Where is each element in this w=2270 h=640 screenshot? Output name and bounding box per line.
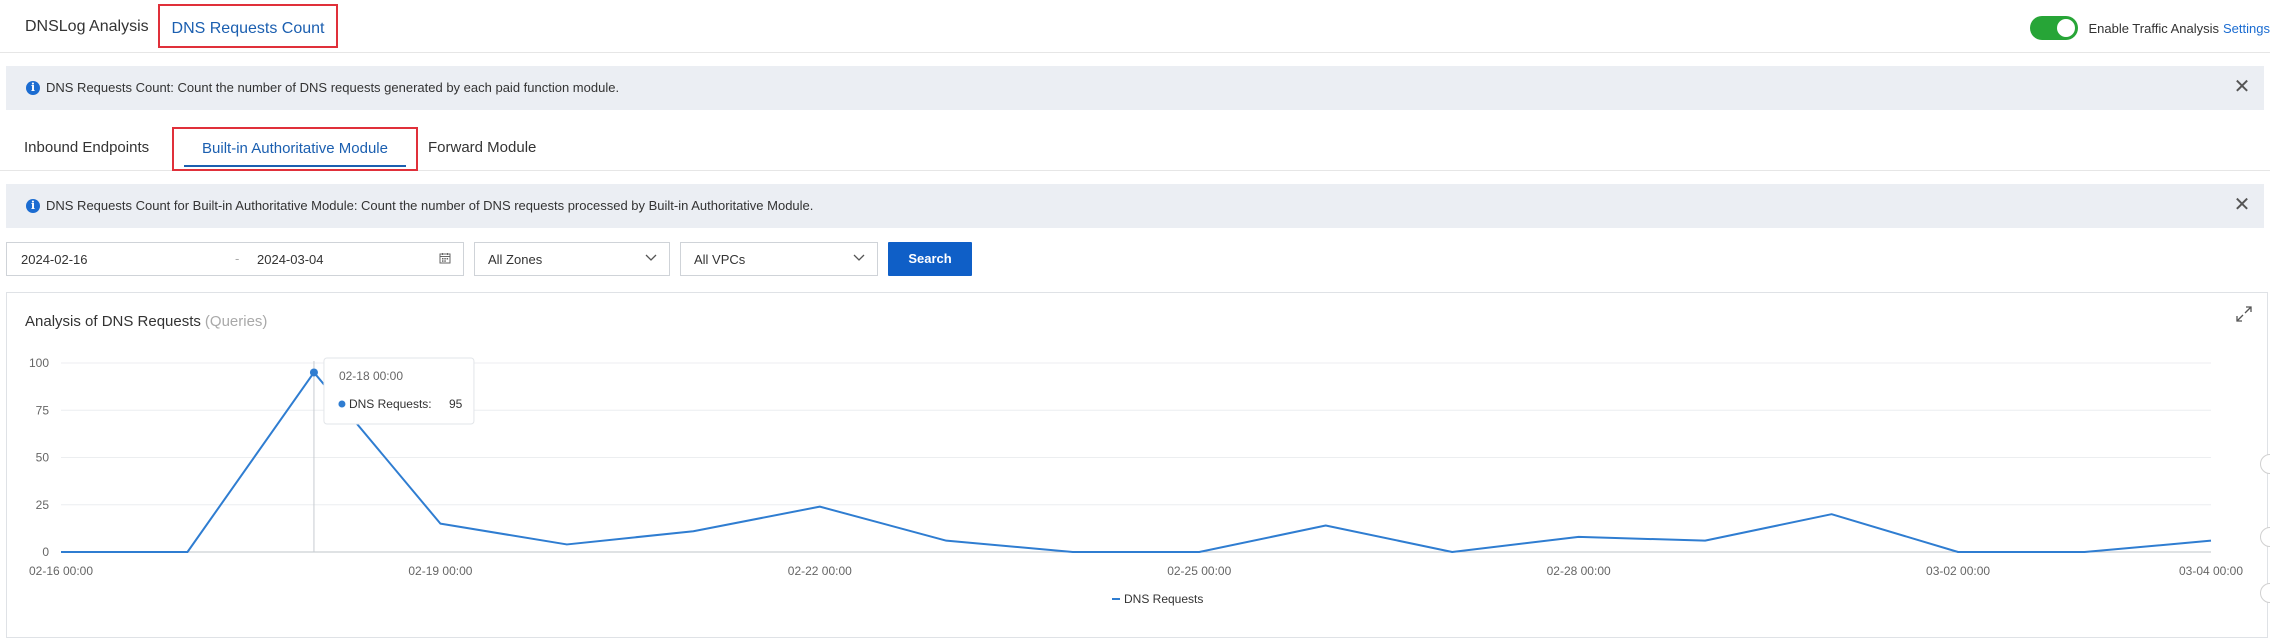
date-separator: -	[235, 251, 240, 266]
x-tick-label: 03-04 00:00	[2179, 564, 2243, 578]
tooltip-series-label: DNS Requests:	[349, 397, 432, 411]
top-tabs: DNSLog Analysis DNS Requests Count Enabl…	[0, 0, 2270, 53]
chevron-down-icon	[645, 254, 657, 261]
vpc-select-value: All VPCs	[694, 252, 746, 267]
tab-forward-module[interactable]: Forward Module	[428, 126, 536, 168]
info-text: DNS Requests Count: Count the number of …	[46, 80, 620, 95]
date-start[interactable]: 2024-02-16	[21, 252, 88, 267]
tab-inbound-endpoints[interactable]: Inbound Endpoints	[24, 126, 149, 168]
traffic-analysis-label: Enable Traffic Analysis	[2088, 20, 2220, 36]
traffic-analysis-control: Enable Traffic Analysis Settings	[2030, 16, 2270, 40]
close-icon[interactable]: ✕	[2230, 75, 2254, 99]
info-icon: i	[26, 199, 40, 213]
tooltip-value: 95	[449, 397, 463, 411]
active-tab-underline	[184, 165, 406, 167]
date-range-picker[interactable]: 2024-02-16 - 2024-03-04	[6, 242, 464, 276]
dns-requests-chart-card: Analysis of DNS Requests (Queries) 0 25 50 7…	[6, 292, 2268, 638]
x-tick-label: 02-28 00:00	[1547, 564, 1611, 578]
x-tick-label: 03-02 00:00	[1926, 564, 1990, 578]
zone-select-value: All Zones	[488, 252, 543, 267]
calendar-icon	[439, 253, 451, 264]
x-tick-label: 02-22 00:00	[788, 564, 852, 578]
info-bar-requests-count: i DNS Requests Count: Count the number o…	[6, 66, 2264, 110]
tooltip-swatch	[338, 400, 346, 408]
x-tick-label: 02-19 00:00	[408, 564, 472, 578]
chevron-down-icon	[853, 254, 865, 261]
data-point	[309, 368, 318, 377]
x-tick-label: 02-16 00:00	[29, 564, 93, 578]
tooltip-title: 02-18 00:00	[339, 369, 403, 383]
y-tick-label: 0	[42, 545, 49, 559]
toggle-knob	[2057, 19, 2076, 37]
module-tabs: Inbound Endpoints Built-in Authoritative…	[0, 126, 2270, 171]
tab-dnslog-analysis[interactable]: DNSLog Analysis	[25, 0, 149, 50]
y-tick-label: 50	[36, 451, 50, 465]
tab-label: Built-in Authoritative Module	[202, 140, 388, 157]
date-end[interactable]: 2024-03-04	[257, 252, 324, 267]
y-tick-label: 75	[36, 403, 50, 417]
vpc-select[interactable]: All VPCs	[680, 242, 878, 276]
legend-label: DNS Requests	[1124, 592, 1203, 606]
settings-link[interactable]: Settings	[2223, 21, 2270, 36]
filter-bar: 2024-02-16 - 2024-03-04 All Zones All VP…	[6, 242, 1006, 276]
info-text: DNS Requests Count for Built-in Authorit…	[46, 198, 814, 213]
y-tick-label: 100	[29, 356, 49, 370]
info-bar-authoritative-module: i DNS Requests Count for Built-in Author…	[6, 184, 2264, 228]
traffic-analysis-toggle[interactable]	[2030, 16, 2079, 40]
tooltip-box	[323, 357, 475, 425]
line-chart: 0 25 50 75 100 02-16 00:00 02-19 00:00 02-22 00…	[29, 356, 2243, 606]
tab-dns-requests-count[interactable]: DNS Requests Count	[158, 4, 338, 48]
info-icon: i	[26, 81, 40, 95]
y-tick-label: 25	[36, 498, 50, 512]
x-tick-label: 02-25 00:00	[1167, 564, 1231, 578]
search-button[interactable]: Search	[888, 242, 972, 276]
tab-built-in-authoritative-module[interactable]: Built-in Authoritative Module	[172, 127, 418, 171]
zone-select[interactable]: All Zones	[474, 242, 670, 276]
close-icon[interactable]: ✕	[2230, 193, 2254, 217]
